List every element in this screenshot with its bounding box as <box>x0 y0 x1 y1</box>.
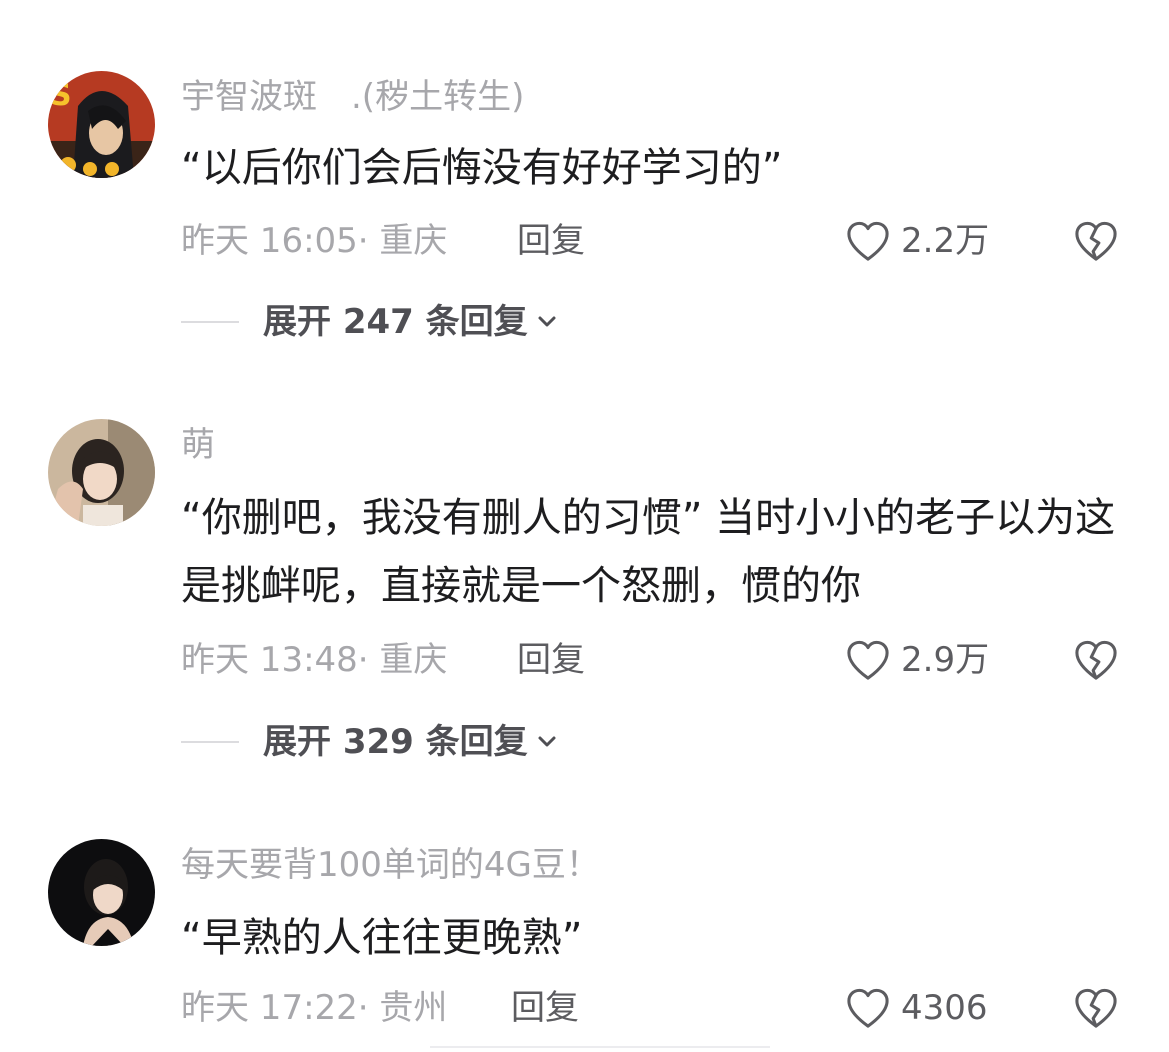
heart-outline-icon <box>847 640 889 680</box>
heart-outline-icon <box>847 221 889 261</box>
username[interactable]: 宇智波斑 .(秽土转生) <box>181 80 524 114</box>
broken-heart-icon <box>1075 988 1117 1028</box>
reply-button[interactable]: 回复 <box>511 991 579 1025</box>
dislike-button[interactable] <box>1073 987 1119 1033</box>
svg-text:S: S <box>50 78 72 113</box>
comment-text: “早熟的人往往更晚熟” <box>181 915 583 961</box>
broken-heart-icon <box>1075 640 1117 680</box>
like-count: 2.2万 <box>901 221 990 261</box>
avatar[interactable]: S <box>48 71 155 178</box>
reply-button[interactable]: 回复 <box>517 224 585 258</box>
expand-replies-button[interactable]: 展开 329 条回复 <box>181 722 560 762</box>
divider <box>430 1046 770 1048</box>
avatar[interactable] <box>48 419 155 526</box>
expand-replies-label: 展开 247 条回复 <box>263 302 528 342</box>
divider <box>181 741 239 743</box>
chevron-down-icon <box>538 316 556 327</box>
reply-button[interactable]: 回复 <box>517 643 585 677</box>
divider <box>181 321 239 323</box>
username[interactable]: 每天要背100单词的4G豆！ <box>181 848 600 882</box>
broken-heart-icon <box>1075 221 1117 261</box>
avatar[interactable] <box>48 839 155 946</box>
like-button[interactable]: 2.9万 <box>845 637 989 683</box>
dislike-button[interactable] <box>1073 639 1119 685</box>
like-button[interactable]: 4306 <box>845 985 988 1031</box>
comment-time-location: 昨天 13:48· 重庆 <box>181 640 448 680</box>
comment-text: “你删吧，我没有删人的习惯” 当时小小的老子以为这是挑衅呢，直接就是一个怒删，惯… <box>181 495 1116 609</box>
expand-replies-button[interactable]: 展开 247 条回复 <box>181 302 560 342</box>
comment-time-location: 昨天 16:05· 重庆 <box>181 221 448 261</box>
like-count: 2.9万 <box>901 640 990 680</box>
dislike-button[interactable] <box>1073 220 1119 266</box>
heart-outline-icon <box>847 988 889 1028</box>
username[interactable]: 萌 <box>181 428 215 462</box>
expand-replies-label: 展开 329 条回复 <box>263 722 528 762</box>
like-button[interactable]: 2.2万 <box>845 218 989 264</box>
like-count: 4306 <box>901 988 988 1028</box>
chevron-down-icon <box>538 736 556 747</box>
comment-text: “以后你们会后悔没有好好学习的” <box>181 145 783 191</box>
comment-time-location: 昨天 17:22· 贵州 <box>181 988 448 1028</box>
